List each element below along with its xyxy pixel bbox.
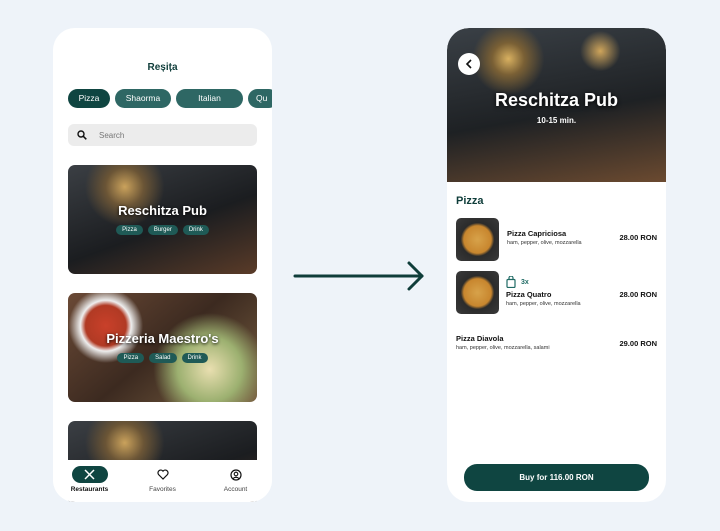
arrow-right-icon xyxy=(293,261,424,291)
buy-button[interactable]: Buy for 116.00 RON xyxy=(464,464,649,491)
item-quantity: 3x xyxy=(521,278,529,286)
nav-label: Restaurants xyxy=(70,486,109,493)
restaurant-card[interactable]: Reschitza Pub Pizza Burger Drink xyxy=(68,165,257,274)
pizza-image xyxy=(456,218,499,261)
restaurant-detail-screen: Reschitza Pub 10-15 min. Pizza Pizza Cap… xyxy=(447,28,666,502)
item-name: Pizza Diavola xyxy=(456,334,504,343)
tag: Pizza xyxy=(116,225,143,235)
chip-italian[interactable]: Italian xyxy=(176,89,243,108)
nav-label: Account xyxy=(223,486,248,493)
item-name: Pizza Capriciosa xyxy=(507,229,567,238)
restaurant-hero-image: Reschitza Pub 10-15 min. xyxy=(447,28,666,182)
nav-label: Favorites xyxy=(149,486,176,493)
fork-knife-icon xyxy=(84,469,95,480)
city-title: Reșița xyxy=(147,62,178,73)
user-circle-icon xyxy=(229,468,242,481)
restaurants-screen: Reșița Pizza Shaorma Italian Qu Search R… xyxy=(53,28,272,502)
tag: Burger xyxy=(147,225,178,235)
chip-shaorma[interactable]: Shaorma xyxy=(115,89,171,108)
item-name: Pizza Quatro xyxy=(506,290,552,299)
pizza-image xyxy=(456,271,499,314)
tag: Drink xyxy=(181,353,208,363)
search-input[interactable]: Search xyxy=(68,124,257,146)
back-button[interactable] xyxy=(458,53,480,75)
restaurant-name: Pizzeria Maestro's xyxy=(106,331,219,346)
tag: Drink xyxy=(182,225,209,235)
search-icon xyxy=(77,130,87,140)
shopping-bag-icon xyxy=(506,276,516,288)
nav-account[interactable]: Account xyxy=(206,466,266,493)
restaurant-title: Reschitza Pub xyxy=(494,90,619,110)
chip-more[interactable]: Qu xyxy=(248,89,272,108)
tag: Salad xyxy=(149,353,177,363)
restaurant-name: Reschitza Pub xyxy=(118,203,207,218)
item-desc: ham, pepper, olive, mozzarella xyxy=(507,240,582,246)
item-price: 29.00 RON xyxy=(619,339,657,348)
tag: Pizza xyxy=(117,353,145,363)
search-placeholder: Search xyxy=(99,130,125,140)
menu-item[interactable]: Pizza Diavola ham, pepper, olive, mozzar… xyxy=(456,331,657,353)
bottom-nav: Restaurants Favorites Account xyxy=(53,460,272,502)
item-desc: ham, pepper, olive, mozzarella, salami xyxy=(456,345,550,351)
chip-pizza[interactable]: Pizza xyxy=(68,89,110,108)
section-title: Pizza xyxy=(456,195,484,207)
category-chips: Pizza Shaorma Italian Qu xyxy=(68,89,272,108)
heart-icon xyxy=(156,469,169,480)
item-desc: ham, pepper, olive, mozzarella xyxy=(506,301,581,307)
item-price: 28.00 RON xyxy=(619,233,657,242)
nav-restaurants[interactable]: Restaurants xyxy=(60,466,120,493)
menu-item[interactable]: Pizza Capriciosa ham, pepper, olive, moz… xyxy=(456,218,657,261)
chevron-left-icon xyxy=(465,59,472,69)
nav-favorites[interactable]: Favorites xyxy=(133,466,193,493)
delivery-time: 10-15 min. xyxy=(536,116,577,125)
item-price: 28.00 RON xyxy=(619,290,657,299)
restaurant-card[interactable]: Pizzeria Maestro's Pizza Salad Drink xyxy=(68,293,257,402)
menu-item[interactable]: 3x Pizza Quatro ham, pepper, olive, mozz… xyxy=(456,271,657,314)
